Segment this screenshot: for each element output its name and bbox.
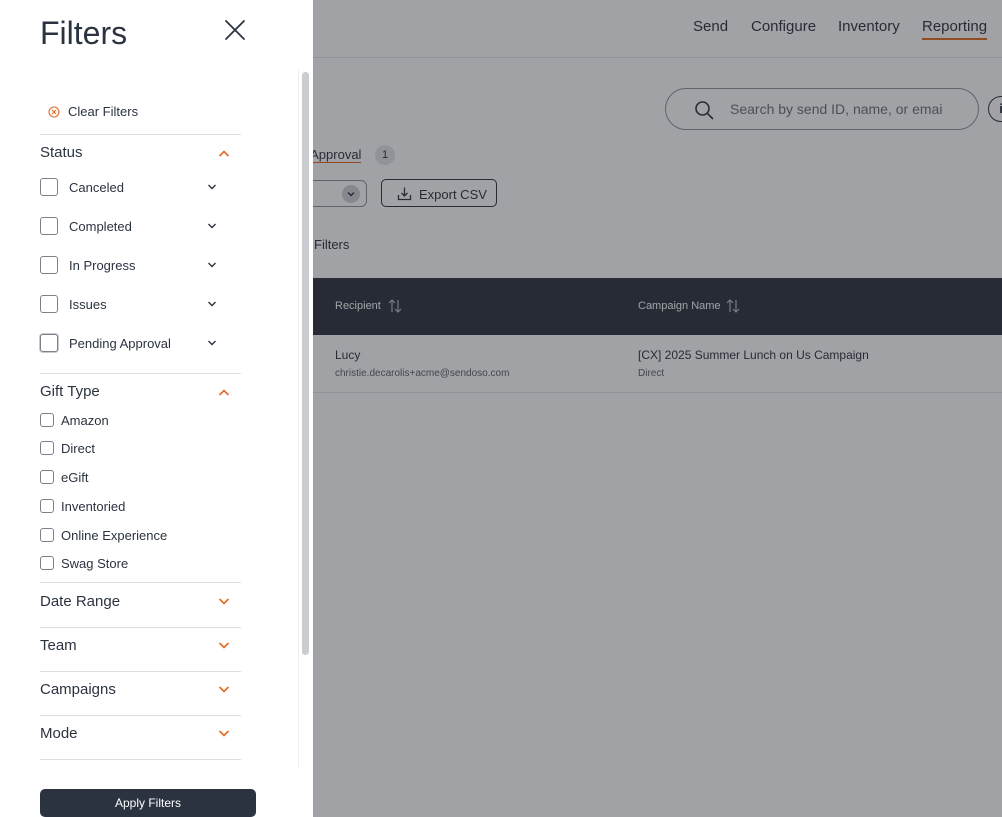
gift-type-section-title[interactable]: Gift Type bbox=[40, 383, 100, 400]
gift-label: Amazon bbox=[61, 413, 109, 428]
checkbox[interactable] bbox=[40, 217, 58, 235]
status-option-in-progress[interactable]: In Progress bbox=[40, 255, 220, 275]
checkbox[interactable] bbox=[40, 295, 58, 313]
status-section-title[interactable]: Status bbox=[40, 144, 83, 161]
checkbox[interactable] bbox=[40, 499, 54, 513]
clear-filters-label: Clear Filters bbox=[68, 104, 139, 119]
status-option-pending-approval[interactable]: Pending Approval bbox=[40, 333, 220, 353]
gift-label: Direct bbox=[61, 441, 95, 456]
status-option-canceled[interactable]: Canceled bbox=[40, 177, 220, 197]
divider bbox=[40, 582, 241, 583]
checkbox[interactable] bbox=[40, 413, 54, 427]
gift-label: eGift bbox=[61, 470, 89, 485]
filters-scroll-area[interactable]: Clear Filters Status Canceled Completed … bbox=[0, 70, 298, 767]
chevron-down-icon[interactable] bbox=[218, 683, 230, 695]
gift-option-amazon[interactable]: Amazon bbox=[40, 412, 220, 428]
chevron-down-icon[interactable] bbox=[207, 338, 217, 348]
checkbox[interactable] bbox=[40, 178, 58, 196]
chevron-down-icon[interactable] bbox=[218, 639, 230, 651]
divider bbox=[40, 134, 241, 135]
status-option-issues[interactable]: Issues bbox=[40, 294, 220, 314]
checkbox[interactable] bbox=[40, 256, 58, 274]
chevron-up-icon[interactable] bbox=[218, 148, 230, 160]
mode-section-title[interactable]: Mode bbox=[40, 725, 78, 742]
scrollbar-thumb[interactable] bbox=[302, 72, 309, 655]
gift-option-online-experience[interactable]: Online Experience bbox=[40, 527, 220, 543]
divider bbox=[40, 627, 241, 628]
status-option-completed[interactable]: Completed bbox=[40, 216, 220, 236]
chevron-down-icon[interactable] bbox=[207, 299, 217, 309]
gift-option-swag-store[interactable]: Swag Store bbox=[40, 555, 220, 571]
chevron-down-icon[interactable] bbox=[218, 595, 230, 607]
chevron-up-icon[interactable] bbox=[218, 387, 230, 399]
chevron-down-icon[interactable] bbox=[207, 260, 217, 270]
apply-filters-button[interactable]: Apply Filters bbox=[40, 789, 256, 817]
gift-label: Swag Store bbox=[61, 556, 129, 571]
clear-circle-icon bbox=[48, 106, 60, 118]
checkbox[interactable] bbox=[40, 528, 54, 542]
drawer-title: Filters bbox=[40, 15, 128, 51]
gift-option-inventoried[interactable]: Inventoried bbox=[40, 498, 220, 514]
checkbox[interactable] bbox=[40, 334, 58, 352]
divider bbox=[40, 373, 241, 374]
status-label: In Progress bbox=[69, 258, 136, 273]
divider bbox=[40, 715, 241, 716]
status-label: Completed bbox=[69, 219, 132, 234]
status-label: Pending Approval bbox=[69, 336, 171, 351]
campaigns-section-title[interactable]: Campaigns bbox=[40, 681, 116, 698]
gift-label: Online Experience bbox=[61, 528, 168, 543]
checkbox[interactable] bbox=[40, 441, 54, 455]
drawer-footer: Apply Filters bbox=[0, 767, 313, 817]
date-range-section-title[interactable]: Date Range bbox=[40, 593, 120, 610]
team-section-title[interactable]: Team bbox=[40, 637, 77, 654]
checkbox[interactable] bbox=[40, 470, 54, 484]
gift-option-direct[interactable]: Direct bbox=[40, 440, 220, 456]
checkbox[interactable] bbox=[40, 556, 54, 570]
gift-option-egift[interactable]: eGift bbox=[40, 469, 220, 485]
chevron-down-icon[interactable] bbox=[207, 182, 217, 192]
close-icon[interactable] bbox=[223, 18, 247, 42]
chevron-down-icon[interactable] bbox=[218, 727, 230, 739]
divider bbox=[40, 759, 241, 760]
chevron-down-icon[interactable] bbox=[207, 221, 217, 231]
divider bbox=[40, 671, 241, 672]
status-label: Issues bbox=[69, 297, 107, 312]
filters-drawer: Filters Clear Filters Status Canceled Co… bbox=[0, 0, 313, 817]
gift-label: Inventoried bbox=[61, 499, 126, 514]
status-label: Canceled bbox=[69, 180, 124, 195]
